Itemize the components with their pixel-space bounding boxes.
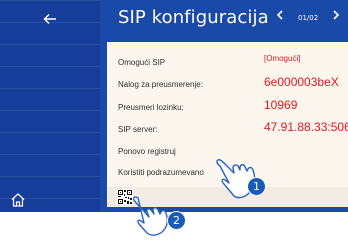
home-button[interactable] — [10, 192, 28, 210]
sidebar — [0, 0, 100, 212]
callout-badge-2: 2 — [167, 211, 186, 230]
setting-value: 10969 — [264, 98, 298, 112]
setting-label: Nalog za preusmerenje: — [118, 80, 203, 89]
prev-page-button[interactable] — [276, 9, 284, 25]
chevron-right-icon — [333, 10, 340, 20]
setting-label: Ponovo registruj — [118, 147, 176, 156]
setting-forward-account[interactable]: Nalog za preusmerenje: 6e000003beX — [118, 75, 348, 98]
page-indicator: 01/02 — [298, 14, 319, 22]
setting-label: Preusmeri lozinku: — [118, 103, 184, 112]
setting-value: [Omogući] — [264, 54, 301, 63]
device-screen: SIP konfiguracija 01/02 Omogući SIP [Omo… — [0, 0, 348, 212]
setting-label: Omogući SIP — [118, 58, 166, 67]
header-bar: SIP konfiguracija 01/02 — [100, 0, 348, 38]
setting-enable-sip[interactable]: Omogući SIP [Omogući] — [118, 54, 348, 76]
next-page-button[interactable] — [332, 9, 340, 25]
setting-label: SIP server: — [118, 125, 158, 134]
setting-sip-server[interactable]: SIP server: 47.91.88.33:506X — [118, 120, 348, 143]
chevron-left-icon — [276, 10, 283, 20]
setting-forward-password[interactable]: Preusmeri lozinku: 10969 — [118, 98, 348, 121]
arrow-left-icon — [43, 14, 56, 24]
page-title: SIP konfiguracija — [118, 7, 269, 28]
back-button[interactable] — [0, 0, 100, 38]
setting-label: Koristiti podrazumevano — [118, 168, 204, 177]
setting-value: 47.91.88.33:506X — [264, 120, 348, 134]
callout-badge-1: 1 — [247, 177, 266, 196]
setting-value: 6e000003beX — [264, 75, 339, 89]
home-icon — [11, 193, 25, 207]
